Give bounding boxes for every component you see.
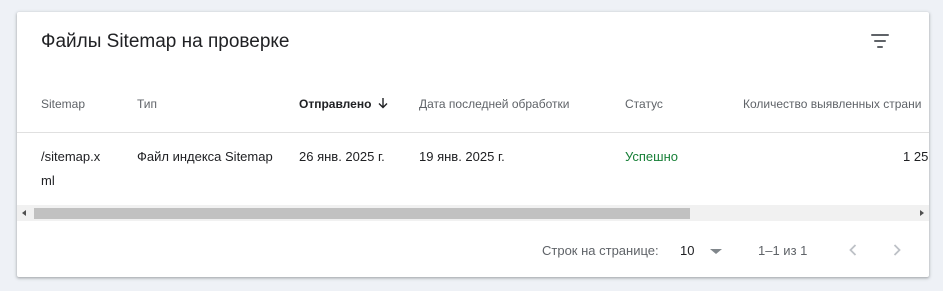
scroll-left-arrow-icon[interactable] [17,205,33,221]
previous-page-button[interactable] [841,238,865,262]
cell-discovered-pages: 1 25 [903,149,929,164]
pagination-range: 1–1 из 1 [758,243,808,258]
scroll-right-arrow-icon[interactable] [913,205,929,221]
column-header-sitemap[interactable]: Sitemap [41,97,85,111]
arrow-down-icon [377,97,389,112]
dropdown-caret-icon [710,249,722,254]
card-title: Файлы Sitemap на проверке [41,31,290,52]
next-page-button[interactable] [885,238,909,262]
cell-sitemap-line1[interactable]: /sitemap.x [41,149,100,164]
cell-last-processed: 19 янв. 2025 г. [419,149,505,164]
column-header-type[interactable]: Тип [137,97,157,111]
header-divider [17,132,929,133]
chevron-left-icon [841,238,865,262]
column-header-status[interactable]: Статус [625,97,663,111]
column-header-discovered-pages[interactable]: Количество выявленных страни [743,97,921,111]
cell-type: Файл индекса Sitemap [137,149,273,164]
filter-button[interactable] [867,30,895,54]
rows-per-page-value: 10 [680,243,695,258]
cell-sitemap-line2[interactable]: ml [41,173,55,188]
scroll-thumb[interactable] [34,208,690,219]
column-header-last-processed[interactable]: Дата последней обработки [419,97,569,111]
chevron-right-icon [885,238,909,262]
horizontal-scrollbar[interactable] [17,205,929,221]
column-header-submitted[interactable]: Отправлено [299,97,389,112]
column-header-submitted-label: Отправлено [299,97,372,111]
cell-submitted: 26 янв. 2025 г. [299,149,385,164]
rows-per-page-label: Строк на странице: [542,243,659,258]
cell-status: Успешно [625,149,678,164]
rows-per-page-select[interactable]: 10 [677,238,725,262]
sitemaps-card: Файлы Sitemap на проверке Sitemap Тип От… [17,12,929,277]
